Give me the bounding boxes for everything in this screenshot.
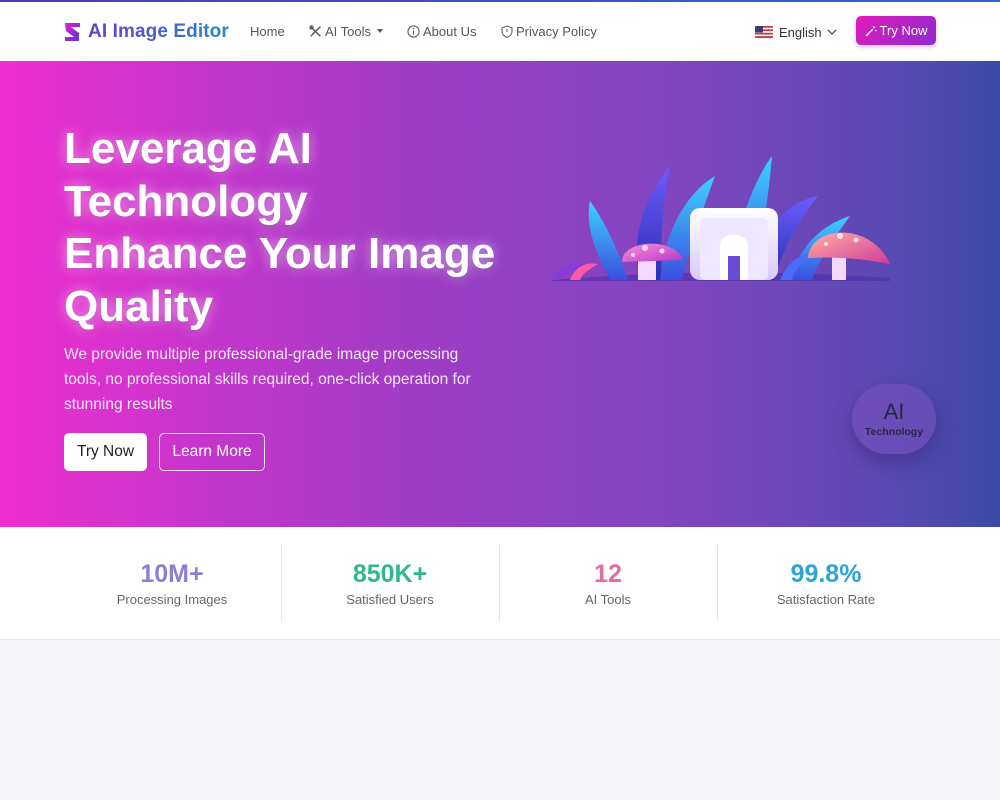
stat-value: 12 [594,560,622,588]
language-label: English [779,24,822,40]
nav-about-label: About Us [423,23,477,39]
brand-logo-icon [65,23,80,41]
nav-try-now-label: Try Now [879,23,928,38]
ai-technology-badge: AI Technology [852,384,936,454]
hero-title-line-3: Enhance Your Image [64,229,496,278]
stat-label: Satisfied Users [346,592,434,607]
nav-about[interactable]: About Us [407,22,476,40]
hero-description: We provide multiple professional-grade i… [64,346,471,413]
chevron-down-icon [827,29,837,35]
magic-wand-icon [865,25,877,36]
stat-value: 850K+ [352,560,428,588]
nav-ai-tools-label: AI Tools [325,23,372,39]
stat-value: 10M+ [140,560,204,588]
stats-section: 10M+ Processing Images 850K+ Satisfied U… [0,527,1000,640]
hero-title-line-2: Technology [64,176,308,226]
stat-label: AI Tools [584,592,631,607]
tools-icon [309,24,321,37]
hero-learn-more-button[interactable]: Learn More [159,433,265,471]
nav-try-now-button[interactable]: Try Now [856,16,936,45]
nav-privacy-label: Privacy Policy [516,23,597,39]
stat-label: Processing Images [116,592,228,607]
stat-value: 99.8% [790,560,862,588]
hero-title: Leverage AI Technology Enhance Your Imag… [64,123,524,333]
us-flag-icon [755,26,773,38]
brand-name: AI Image Editor [88,21,229,42]
ai-badge-title: AI [883,399,905,424]
stat-processing-images: 10M+ Processing Images [63,545,281,621]
ai-badge-subtitle: Technology [864,426,924,438]
hero-title-line-4: Quality [64,281,214,331]
nav-home[interactable]: Home [250,22,285,40]
hero-try-now-button[interactable]: Try Now [64,433,147,471]
hero-illustration [552,156,890,281]
stat-satisfied-users: 850K+ Satisfied Users [281,545,499,621]
stat-label: Satisfaction Rate [776,592,876,607]
navbar: AI Image Editor Home AI Tools About Us P… [0,2,1000,61]
nav-privacy[interactable]: Privacy Policy [501,22,597,40]
hero-title-line-1: Leverage AI [64,124,312,173]
brand-link[interactable]: AI Image Editor [63,20,229,44]
nav-ai-tools-dropdown[interactable]: AI Tools [309,22,384,40]
stat-ai-tools: 12 AI Tools [499,545,717,621]
nav-home-label: Home [250,23,285,39]
shield-icon [501,24,513,38]
stat-satisfaction-rate: 99.8% Satisfaction Rate [717,545,935,621]
hero-section: Leverage AI Technology Enhance Your Imag… [0,61,1000,527]
caret-down-icon [377,29,384,33]
language-selector[interactable]: English [755,23,837,41]
info-icon [407,24,420,38]
